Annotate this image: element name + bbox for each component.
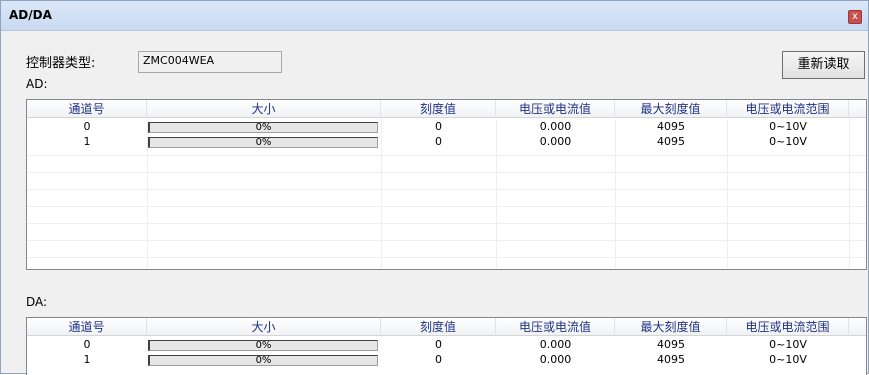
column-header-channel[interactable]: 通道号 <box>27 318 147 336</box>
scale-cell: 0 <box>435 120 442 133</box>
ad-section-label: AD: <box>26 77 48 91</box>
size-progress-bar: 0% <box>148 340 378 351</box>
ad-list-header: 通道号 大小 刻度值 电压或电流值 最大刻度值 电压或电流范围 <box>27 100 866 118</box>
ad-channel-list[interactable]: 通道号 大小 刻度值 电压或电流值 最大刻度值 电压或电流范围 0 0% 0 0… <box>26 99 867 270</box>
max-scale-cell: 4095 <box>657 353 685 366</box>
grid-line <box>27 172 866 173</box>
column-header-size[interactable]: 大小 <box>147 100 381 118</box>
scale-cell: 0 <box>435 135 442 148</box>
column-header-size[interactable]: 大小 <box>147 318 381 336</box>
column-header-value[interactable]: 电压或电流值 <box>496 100 615 118</box>
channel-cell: 1 <box>83 353 91 366</box>
column-header-max-scale[interactable]: 最大刻度值 <box>615 318 727 336</box>
channel-cell: 0 <box>83 120 91 133</box>
max-scale-cell: 4095 <box>657 135 685 148</box>
reread-button[interactable]: 重新读取 <box>782 51 865 79</box>
channel-cell: 1 <box>83 135 91 148</box>
column-header-max-scale[interactable]: 最大刻度值 <box>615 100 727 118</box>
column-header-range[interactable]: 电压或电流范围 <box>727 100 849 118</box>
value-cell: 0.000 <box>539 120 572 133</box>
table-row[interactable]: 1 0% 0 0.000 4095 0~10V <box>27 136 866 148</box>
max-scale-cell: 4095 <box>657 120 685 133</box>
scale-cell: 0 <box>435 338 442 351</box>
title-bar[interactable]: AD/DA x <box>1 1 868 31</box>
table-row[interactable]: 1 0% 0 0.000 4095 0~10V <box>27 354 866 366</box>
size-progress-bar: 0% <box>148 122 378 133</box>
controller-type-label: 控制器类型: <box>26 56 96 71</box>
ad-da-dialog: AD/DA x 控制器类型: ZMC004WEA 重新读取 AD: 通道号 大小… <box>0 0 869 375</box>
grid-line <box>27 189 866 190</box>
table-row[interactable]: 0 0% 0 0.000 4095 0~10V <box>27 121 866 133</box>
close-button[interactable]: x <box>848 10 862 24</box>
range-cell: 0~10V <box>769 120 807 133</box>
value-cell: 0.000 <box>539 353 572 366</box>
value-cell: 0.000 <box>539 135 572 148</box>
grid-line <box>27 155 866 156</box>
max-scale-cell: 4095 <box>657 338 685 351</box>
grid-line <box>27 223 866 224</box>
grid-line <box>27 257 866 258</box>
column-header-value[interactable]: 电压或电流值 <box>496 318 615 336</box>
column-header-range[interactable]: 电压或电流范围 <box>727 318 849 336</box>
column-header-scale[interactable]: 刻度值 <box>381 318 496 336</box>
value-cell: 0.000 <box>539 338 572 351</box>
range-cell: 0~10V <box>769 338 807 351</box>
size-progress-bar: 0% <box>148 137 378 148</box>
column-header-scale[interactable]: 刻度值 <box>381 100 496 118</box>
range-cell: 0~10V <box>769 353 807 366</box>
channel-cell: 0 <box>83 338 91 351</box>
da-section-label: DA: <box>26 295 48 309</box>
window-title: AD/DA <box>9 8 52 22</box>
table-row[interactable]: 0 0% 0 0.000 4095 0~10V <box>27 339 866 351</box>
da-list-header: 通道号 大小 刻度值 电压或电流值 最大刻度值 电压或电流范围 <box>27 318 866 336</box>
column-header-channel[interactable]: 通道号 <box>27 100 147 118</box>
grid-line <box>27 206 866 207</box>
grid-line <box>27 240 866 241</box>
controller-type-field: ZMC004WEA <box>138 51 282 73</box>
scale-cell: 0 <box>435 353 442 366</box>
size-progress-bar: 0% <box>148 355 378 366</box>
da-channel-list[interactable]: 通道号 大小 刻度值 电压或电流值 最大刻度值 电压或电流范围 0 0% 0 0… <box>26 317 867 375</box>
range-cell: 0~10V <box>769 135 807 148</box>
